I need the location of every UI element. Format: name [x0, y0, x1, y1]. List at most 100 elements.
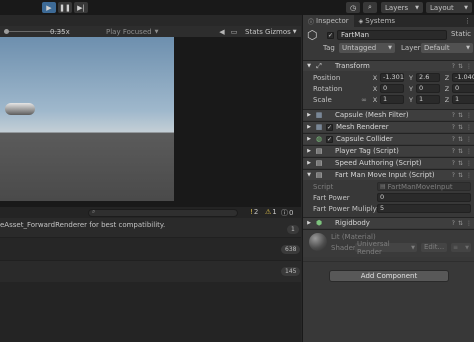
- play-mode-dropdown[interactable]: Play Focused ▼: [106, 27, 158, 36]
- error-filter[interactable]: ⚠ 1: [265, 208, 277, 216]
- layer-dropdown[interactable]: Default ▼: [421, 43, 473, 53]
- console-toolbar: ⌕ ! 2 ⚠ 1 ⓘ 0: [0, 207, 301, 218]
- component-rigidbody[interactable]: ▶ ⬢ Rigidbody ? ⇅ ⋮: [303, 217, 474, 228]
- preset-icon[interactable]: ⇅: [458, 136, 463, 143]
- menu-icon[interactable]: ⋮: [466, 220, 472, 227]
- rotation-y-field[interactable]: 0: [416, 84, 440, 93]
- component-capsule-collider[interactable]: ▶ ◍ ✓ Capsule Collider ? ⇅ ⋮: [303, 133, 474, 144]
- help-icon[interactable]: ?: [452, 112, 455, 119]
- menu-icon[interactable]: ⋮: [466, 63, 472, 70]
- position-y-field[interactable]: 2.6: [416, 73, 440, 82]
- search-button[interactable]: ⌕: [363, 2, 377, 13]
- rotation-fields: X 0 Y 0 Z 0: [371, 84, 474, 93]
- preset-icon[interactable]: ⇅: [458, 148, 463, 155]
- component-mesh-renderer[interactable]: ▶ ▦ ✓ Mesh Renderer ? ⇅ ⋮: [303, 121, 474, 132]
- foldout-icon: ▶: [307, 136, 311, 142]
- fart-power-mult-field[interactable]: 5: [377, 204, 471, 213]
- preset-icon[interactable]: ⇅: [458, 112, 463, 119]
- layers-dropdown[interactable]: Layers ▼: [381, 2, 423, 13]
- component-title: Capsule Collider: [336, 135, 393, 143]
- console-search-input[interactable]: ⌕: [88, 208, 238, 217]
- help-icon[interactable]: ?: [452, 136, 455, 143]
- help-icon[interactable]: ?: [452, 124, 455, 131]
- menu-icon[interactable]: ⋮: [466, 112, 472, 119]
- menu-icon[interactable]: ⋮: [466, 136, 472, 143]
- preset-icon[interactable]: ⇅: [458, 124, 463, 131]
- position-z-field[interactable]: -1.040: [452, 73, 474, 82]
- scale-slider[interactable]: 0.35x: [4, 28, 94, 36]
- main-toolbar: ▶ ❚❚ ▶| ◷ ⌕ Layers ▼ Layout ▼: [0, 0, 474, 15]
- enabled-checkbox[interactable]: ✓: [326, 123, 333, 131]
- menu-icon[interactable]: ⋮: [466, 160, 472, 167]
- gizmos-dropdown[interactable]: Gizmos ▼: [265, 28, 297, 36]
- console-entry[interactable]: 145: [0, 261, 301, 282]
- menu-icon[interactable]: ⋮: [466, 124, 472, 131]
- shortcuts-button[interactable]: ▭: [229, 27, 239, 36]
- tab-systems[interactable]: ◈ Systems: [354, 15, 400, 27]
- position-x-field[interactable]: -1.301: [380, 73, 404, 82]
- help-icon[interactable]: ?: [452, 148, 455, 155]
- component-mesh-filter[interactable]: ▶ ▦ Capsule (Mesh Filter) ? ⇅ ⋮: [303, 109, 474, 120]
- link-icon[interactable]: ∞: [359, 95, 369, 104]
- pause-button[interactable]: ❚❚: [58, 2, 72, 13]
- fart-power-field[interactable]: 0: [377, 193, 471, 202]
- help-icon[interactable]: ?: [452, 220, 455, 227]
- menu-icon[interactable]: ⋮: [466, 148, 472, 155]
- menu-icon[interactable]: ⋮: [466, 172, 472, 179]
- component-speed-authoring[interactable]: ▶ ▤ Speed Authoring (Script) ? ⇅ ⋮: [303, 157, 474, 168]
- tab-inspector[interactable]: ⓘ Inspector: [303, 15, 354, 27]
- info-count: 0: [289, 209, 294, 217]
- preset-icon[interactable]: ⇅: [458, 160, 463, 167]
- console-entry[interactable]: 638: [0, 238, 301, 261]
- warning-filter[interactable]: ! 2: [250, 208, 258, 216]
- step-button[interactable]: ▶|: [74, 2, 88, 13]
- layout-dropdown[interactable]: Layout ▼: [426, 2, 472, 13]
- help-icon[interactable]: ?: [452, 160, 455, 167]
- y-axis-label: Y: [409, 73, 413, 82]
- component-fart-man-move-input[interactable]: ▼ ▤ Fart Man Move Input (Script) ? ⇅ ⋮: [303, 169, 474, 180]
- foldout-icon: ▶: [307, 148, 311, 154]
- object-name-field[interactable]: FartMan: [337, 30, 447, 40]
- component-player-tag[interactable]: ▶ ▤ Player Tag (Script) ? ⇅ ⋮: [303, 145, 474, 156]
- tag-dropdown[interactable]: Untagged ▼: [339, 43, 395, 53]
- chevron-down-icon: ▼: [411, 244, 415, 251]
- add-component-label: Add Component: [360, 272, 418, 280]
- static-toggle[interactable]: Static ▼: [451, 30, 474, 38]
- mute-audio-button[interactable]: ◀: [217, 27, 227, 36]
- menu-icon[interactable]: ⋮: [464, 17, 471, 25]
- shader-value: Universal Render: [357, 239, 390, 256]
- rotation-z-field[interactable]: 0: [452, 84, 474, 93]
- z-axis-label: Z: [444, 84, 450, 93]
- layer-value: Default: [424, 44, 450, 52]
- scale-z-field[interactable]: 1: [452, 95, 474, 104]
- rotation-x-field[interactable]: 0: [380, 84, 404, 93]
- chevron-down-icon: ▼: [465, 244, 469, 251]
- console-entry[interactable]: eAsset_ForwardRenderer for best compatib…: [0, 218, 301, 238]
- transform-icon: ⤢: [316, 61, 322, 70]
- pause-icon: ❚❚: [59, 3, 71, 12]
- script-icon: ▤: [315, 171, 323, 179]
- transform-header[interactable]: ▼ ⤢ Transform ? ⇅ ⋮: [303, 60, 474, 71]
- layer-label: Layer: [401, 44, 421, 52]
- x-axis-label: X: [372, 73, 378, 82]
- active-checkbox[interactable]: ✓: [327, 32, 334, 39]
- history-button[interactable]: ◷: [346, 2, 360, 13]
- preset-icon[interactable]: ⇅: [458, 220, 463, 227]
- list-icon: ≡: [453, 244, 459, 251]
- info-filter[interactable]: ⓘ 0: [281, 208, 293, 218]
- add-component-button[interactable]: Add Component: [329, 270, 449, 282]
- z-axis-label: Z: [444, 95, 450, 104]
- preset-icon[interactable]: ⇅: [458, 63, 463, 70]
- help-icon[interactable]: ?: [452, 172, 455, 179]
- console-entry-count: 638: [281, 245, 301, 254]
- foldout-icon: ▼: [307, 172, 311, 178]
- scale-fields: X 1 Y 1 Z 1: [371, 95, 474, 104]
- script-icon: ▤: [315, 147, 323, 155]
- play-button[interactable]: ▶: [42, 2, 56, 13]
- scale-x-field[interactable]: 1: [380, 95, 404, 104]
- stats-button[interactable]: Stats: [245, 28, 263, 36]
- scale-y-field[interactable]: 1: [416, 95, 440, 104]
- preset-icon[interactable]: ⇅: [458, 172, 463, 179]
- help-icon[interactable]: ?: [452, 63, 455, 70]
- enabled-checkbox[interactable]: ✓: [326, 135, 333, 143]
